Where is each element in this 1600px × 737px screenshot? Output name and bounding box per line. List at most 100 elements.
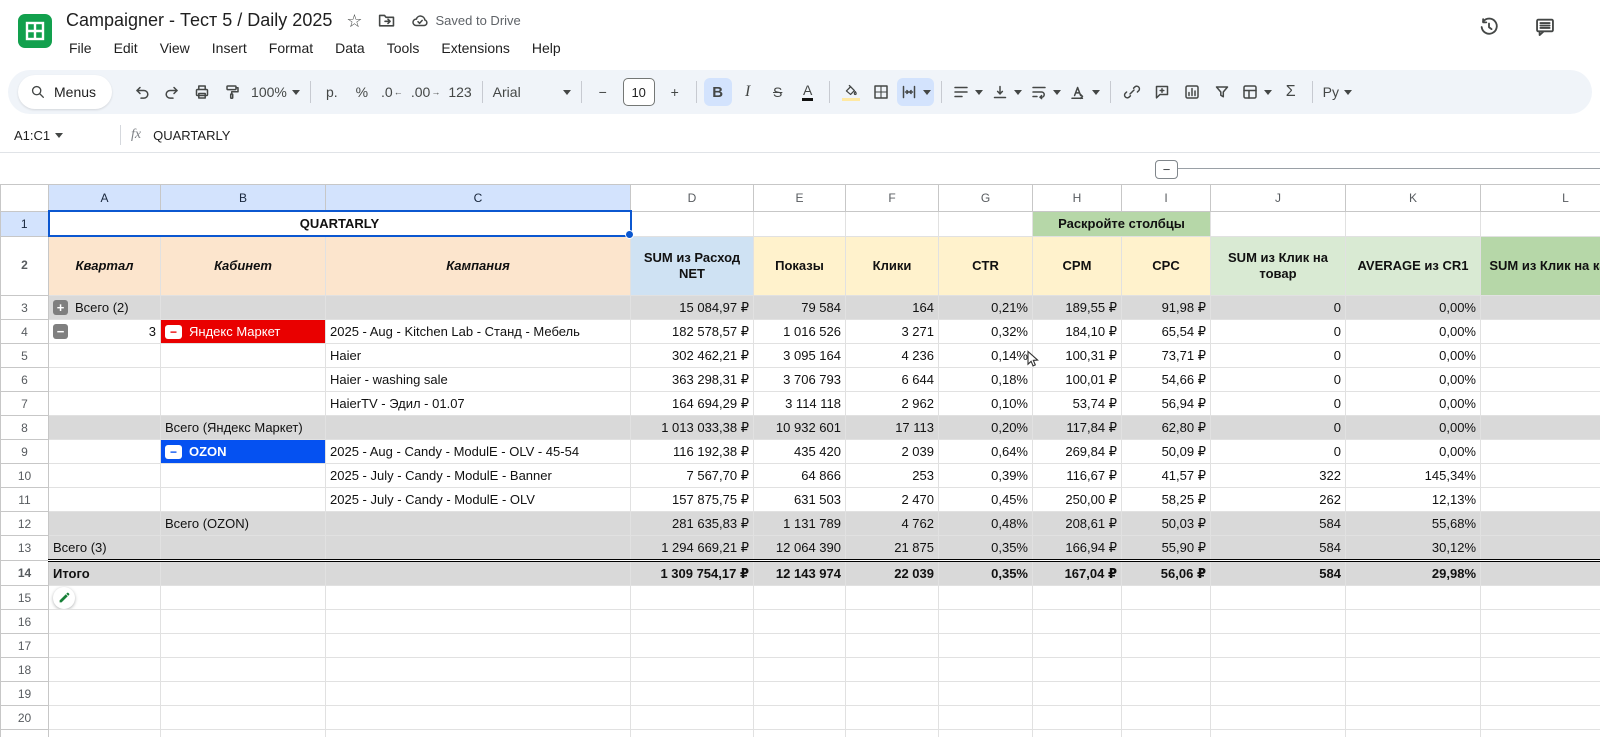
move-to-folder-icon[interactable]	[377, 11, 396, 30]
cell-A4[interactable]: −3	[49, 320, 161, 344]
cell-L8[interactable]	[1481, 416, 1600, 440]
cell-I6[interactable]: 54,66 ₽	[1122, 368, 1211, 392]
cell-I11[interactable]: 58,25 ₽	[1122, 488, 1211, 512]
redo-button[interactable]	[158, 78, 186, 106]
cell-I7[interactable]: 56,94 ₽	[1122, 392, 1211, 416]
menu-edit[interactable]: Edit	[107, 37, 145, 59]
cell-H13[interactable]: 166,94 ₽	[1033, 536, 1122, 561]
row-header-20[interactable]: 20	[1, 706, 49, 730]
row-header-21[interactable]: 21	[1, 730, 49, 737]
vertical-align-button[interactable]	[988, 78, 1025, 106]
cell-D14[interactable]: 1 309 754,17 ₽	[631, 561, 754, 586]
bold-button[interactable]: B	[704, 78, 732, 106]
cell-G16[interactable]	[939, 610, 1033, 634]
cell-E11[interactable]: 631 503	[754, 488, 846, 512]
cell-A12[interactable]	[49, 512, 161, 536]
cell-E16[interactable]	[754, 610, 846, 634]
cell-B8[interactable]: Всего (Яндекс Маркет)	[161, 416, 326, 440]
cell-L3[interactable]	[1481, 296, 1600, 320]
cell-F15[interactable]	[846, 586, 939, 610]
cell-K21[interactable]	[1346, 730, 1481, 737]
functions-button[interactable]: Σ	[1277, 78, 1305, 106]
cell-L16[interactable]	[1481, 610, 1600, 634]
cell-A10[interactable]	[49, 464, 161, 488]
cell-G13[interactable]: 0,35%	[939, 536, 1033, 561]
cell-D11[interactable]: 157 875,75 ₽	[631, 488, 754, 512]
cell-L13[interactable]	[1481, 536, 1600, 561]
cell-A21[interactable]	[49, 730, 161, 737]
cell-D7[interactable]: 164 694,29 ₽	[631, 392, 754, 416]
cell-G10[interactable]: 0,39%	[939, 464, 1033, 488]
collapse-group-button[interactable]: −	[53, 324, 68, 339]
cell-F8[interactable]: 17 113	[846, 416, 939, 440]
text-wrap-button[interactable]	[1027, 78, 1064, 106]
cell-E8[interactable]: 10 932 601	[754, 416, 846, 440]
cell-H4[interactable]: 184,10 ₽	[1033, 320, 1122, 344]
cell-B3[interactable]	[161, 296, 326, 320]
cell-D6[interactable]: 363 298,31 ₽	[631, 368, 754, 392]
cell-I21[interactable]	[1122, 730, 1211, 737]
row-header-15[interactable]: 15	[1, 586, 49, 610]
cell-C6[interactable]: Haier - washing sale	[326, 368, 631, 392]
cell-E10[interactable]: 64 866	[754, 464, 846, 488]
cell-J7[interactable]: 0	[1211, 392, 1346, 416]
cell-G18[interactable]	[939, 658, 1033, 682]
cell-F16[interactable]	[846, 610, 939, 634]
cell-G8[interactable]: 0,20%	[939, 416, 1033, 440]
cell-D2[interactable]: SUM из Расход NET	[631, 236, 754, 296]
cell-H14[interactable]: 167,04 ₽	[1033, 561, 1122, 586]
cell-B9[interactable]: −OZON	[161, 440, 326, 464]
row-header-8[interactable]: 8	[1, 416, 49, 440]
cell-J9[interactable]: 0	[1211, 440, 1346, 464]
row-header-1[interactable]: 1	[1, 211, 49, 236]
cell-J3[interactable]: 0	[1211, 296, 1346, 320]
cell-L19[interactable]	[1481, 682, 1600, 706]
more-formats-button[interactable]: 123	[445, 78, 474, 106]
cell-B4[interactable]: −Яндекс Маркет	[161, 320, 326, 344]
row-header-6[interactable]: 6	[1, 368, 49, 392]
cell-B20[interactable]	[161, 706, 326, 730]
format-currency-button[interactable]: р.	[318, 78, 346, 106]
save-status[interactable]: Saved to Drive	[410, 12, 521, 30]
cell-G2[interactable]: CTR	[939, 236, 1033, 296]
cell-B5[interactable]	[161, 344, 326, 368]
cell-A1-merged-title[interactable]: QUARTARLY	[49, 211, 631, 236]
menu-format[interactable]: Format	[262, 37, 320, 59]
cell-E3[interactable]: 79 584	[754, 296, 846, 320]
cell-E4[interactable]: 1 016 526	[754, 320, 846, 344]
cell-L2[interactable]: SUM из Клик на каталог	[1481, 236, 1600, 296]
cell-E6[interactable]: 3 706 793	[754, 368, 846, 392]
cell-L14[interactable]	[1481, 561, 1600, 586]
cell-A17[interactable]	[49, 634, 161, 658]
row-header-17[interactable]: 17	[1, 634, 49, 658]
cell-F18[interactable]	[846, 658, 939, 682]
sheets-logo-icon[interactable]	[18, 14, 52, 48]
version-history-icon[interactable]	[1478, 16, 1500, 38]
cell-C15[interactable]	[326, 586, 631, 610]
cell-K20[interactable]	[1346, 706, 1481, 730]
cell-K2[interactable]: AVERAGE из CR1	[1346, 236, 1481, 296]
cell-K11[interactable]: 12,13%	[1346, 488, 1481, 512]
cell-F17[interactable]	[846, 634, 939, 658]
cell-A2[interactable]: Квартал	[49, 236, 161, 296]
zoom-select[interactable]: 100%	[248, 78, 303, 106]
cell-J21[interactable]	[1211, 730, 1346, 737]
cell-I16[interactable]	[1122, 610, 1211, 634]
cell-F5[interactable]: 4 236	[846, 344, 939, 368]
row-header-7[interactable]: 7	[1, 392, 49, 416]
cell-C4[interactable]: 2025 - Aug - Kitchen Lab - Станд - Мебел…	[326, 320, 631, 344]
cell-I5[interactable]: 73,71 ₽	[1122, 344, 1211, 368]
cell-F11[interactable]: 2 470	[846, 488, 939, 512]
cell-H1-expand-columns-banner[interactable]: Раскройте столбцы	[1033, 211, 1211, 236]
cell-B2[interactable]: Кабинет	[161, 236, 326, 296]
column-header-G[interactable]: G	[939, 185, 1033, 212]
paint-format-button[interactable]	[218, 78, 246, 106]
cell-J16[interactable]	[1211, 610, 1346, 634]
cell-I8[interactable]: 62,80 ₽	[1122, 416, 1211, 440]
increase-decimal-button[interactable]: .00→	[408, 78, 443, 106]
cell-J4[interactable]: 0	[1211, 320, 1346, 344]
cell-K15[interactable]	[1346, 586, 1481, 610]
cell-J20[interactable]	[1211, 706, 1346, 730]
cell-I19[interactable]	[1122, 682, 1211, 706]
cell-J12[interactable]: 584	[1211, 512, 1346, 536]
